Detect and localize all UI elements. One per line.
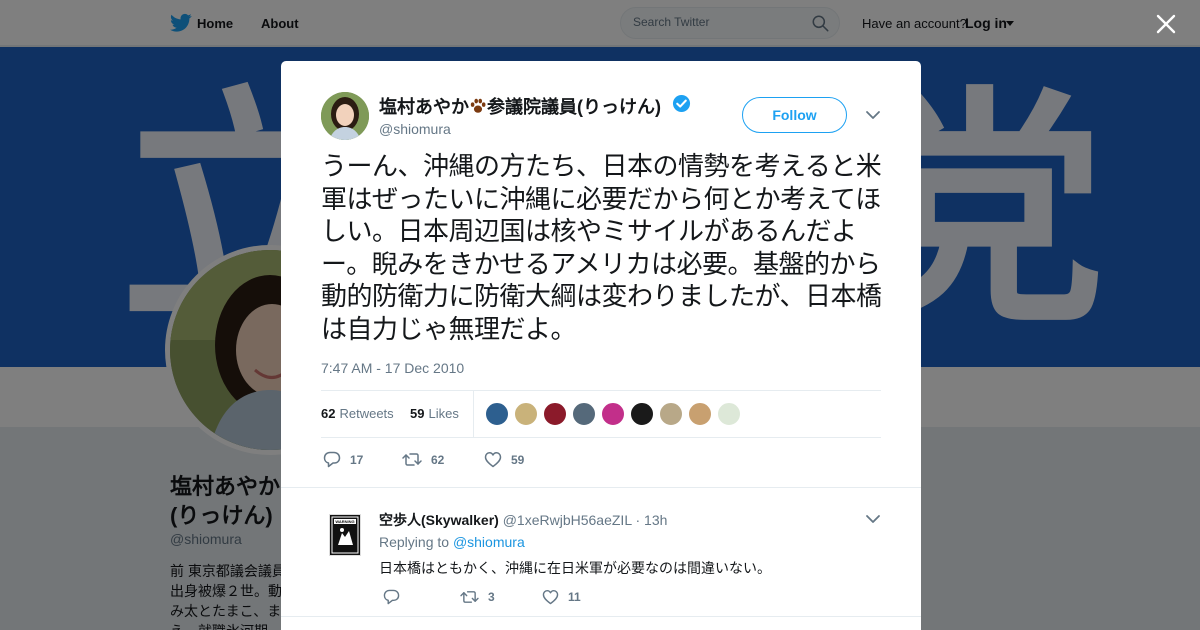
retweet-count: 3 (488, 590, 495, 604)
author-name-text[interactable]: 塩村あやか (379, 97, 469, 117)
author-avatar[interactable] (321, 92, 369, 140)
likes-stat[interactable]: 59 Likes (410, 406, 459, 421)
retweets-stat[interactable]: 62 Retweets (321, 406, 394, 421)
separator-dot: · (635, 512, 641, 528)
divider (281, 616, 921, 617)
liker-avatar[interactable] (572, 402, 596, 426)
avatar-photo (321, 92, 369, 140)
reply-text: 日本橋はともかく、沖縄に在日米軍が必要なのは間違いない。 (379, 560, 771, 576)
reply-button[interactable] (383, 589, 409, 605)
author-handle[interactable]: @shiomura (379, 121, 451, 137)
chevron-down-icon[interactable] (865, 109, 881, 121)
liker-avatar[interactable] (717, 402, 741, 426)
paw-icon (470, 98, 486, 113)
liker-avatar[interactable] (688, 402, 712, 426)
chevron-down-icon[interactable] (865, 513, 881, 525)
heart-icon (484, 452, 502, 468)
reply-icon (383, 589, 400, 605)
likes-count: 59 (410, 406, 425, 421)
author-name[interactable]: 塩村あやか 参議院議員(りっけん) (379, 93, 661, 119)
liker-avatar[interactable] (543, 402, 567, 426)
retweet-icon (460, 591, 479, 603)
retweet-button[interactable]: 62 (402, 451, 444, 468)
reply-author-name[interactable]: 空歩人(Skywalker) (379, 512, 499, 528)
sign-text: WARNING (335, 519, 354, 524)
like-count: 59 (511, 452, 525, 467)
reply-author-handle[interactable]: @1xeRwjbH56aeZIL (503, 512, 632, 528)
likes-label: Likes (428, 406, 459, 421)
tweet-stats: 62 Retweets 59 Likes (321, 390, 881, 438)
like-count: 11 (568, 590, 581, 604)
tweet-modal: 塩村あやか 参議院議員(りっけん) @shiomura Follow うーん、沖… (281, 61, 921, 630)
retweet-count: 62 (431, 452, 445, 467)
retweets-count: 62 (321, 406, 336, 421)
reply-count: 17 (350, 452, 364, 467)
liker-avatar[interactable] (601, 402, 625, 426)
reply-button[interactable]: 17 (323, 451, 363, 468)
like-button[interactable]: 11 (542, 589, 581, 605)
reply-time[interactable]: 13h (644, 512, 667, 528)
like-button[interactable]: 59 (484, 451, 524, 468)
divider (281, 487, 921, 488)
tweet-timestamp[interactable]: 7:47 AM - 17 Dec 2010 (321, 360, 464, 376)
close-icon[interactable] (1155, 13, 1177, 35)
replying-to-mention[interactable]: @shiomura (453, 534, 525, 550)
replying-to-label: Replying to (379, 534, 450, 550)
heart-icon (542, 589, 559, 605)
verified-badge-icon (672, 94, 691, 113)
retweets-label: Retweets (339, 406, 394, 421)
author-name-text[interactable]: 参議院議員(りっけん) (487, 97, 661, 117)
liker-avatar[interactable] (630, 402, 654, 426)
follow-button[interactable]: Follow (742, 97, 847, 133)
liker-avatar[interactable] (485, 402, 509, 426)
reply-header: 空歩人(Skywalker) @1xeRwjbH56aeZIL · 13h (379, 510, 667, 530)
replying-to: Replying to @shiomura (379, 534, 525, 550)
warning-sign-image: WARNING (330, 515, 360, 555)
tweet-text: うーん、沖縄の方たち、日本の情勢を考えると米軍はぜったいに沖縄に必要だから何とか… (321, 152, 882, 345)
reply-icon (323, 451, 341, 468)
divider (473, 391, 474, 437)
liker-avatar[interactable] (659, 402, 683, 426)
reply-author-avatar[interactable]: WARNING (329, 514, 361, 556)
liker-avatar[interactable] (514, 402, 538, 426)
retweet-icon (402, 453, 422, 466)
retweet-button[interactable]: 3 (460, 589, 495, 605)
